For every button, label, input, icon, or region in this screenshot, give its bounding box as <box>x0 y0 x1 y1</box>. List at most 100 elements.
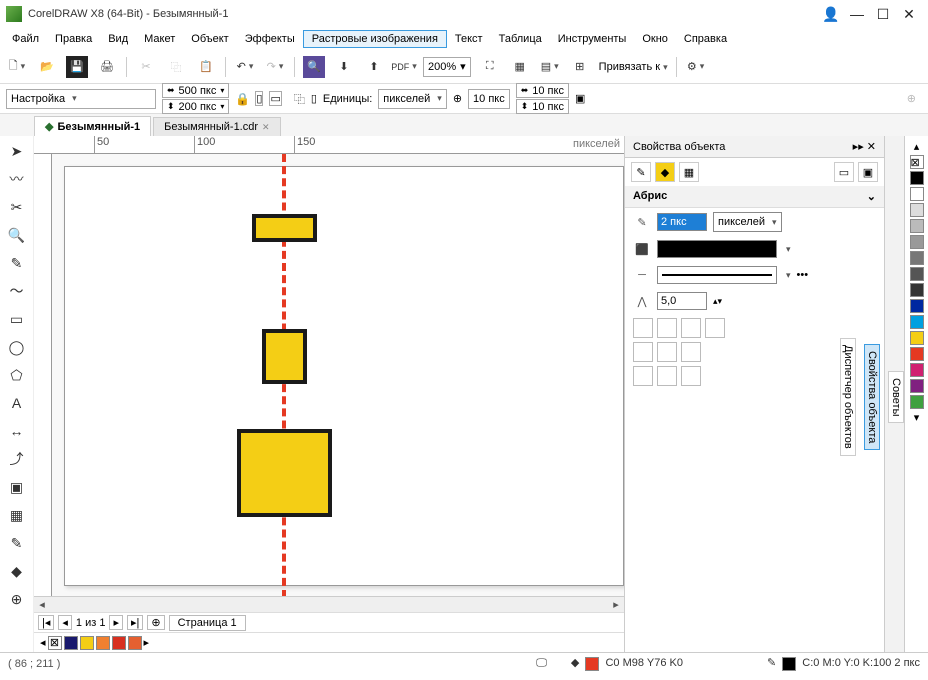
prev-page-button[interactable]: ◂ <box>58 615 72 630</box>
color-swatch[interactable] <box>910 379 924 393</box>
outline-swatch[interactable] <box>782 657 796 671</box>
palette-up-icon[interactable]: ▴ <box>914 140 920 153</box>
last-page-button[interactable]: ▸| <box>127 615 143 630</box>
menu-layout[interactable]: Макет <box>136 31 183 47</box>
page-height[interactable]: ⬍200 пкс▾ <box>162 99 229 114</box>
nudge-value[interactable]: 10 пкс <box>468 89 510 109</box>
menu-bitmap[interactable]: Растровые изображения <box>303 30 447 48</box>
style-dropdown-icon[interactable] <box>783 269 791 281</box>
page-width[interactable]: ⬌500 пкс▾ <box>162 83 229 98</box>
cap-style-button[interactable] <box>657 342 677 362</box>
color-swatch[interactable] <box>910 299 924 313</box>
redo-button[interactable]: ↷ <box>264 56 286 78</box>
next-page-button[interactable]: ▸ <box>109 615 123 630</box>
menu-object[interactable]: Объект <box>183 31 236 47</box>
menu-table[interactable]: Таблица <box>491 31 550 47</box>
open-button[interactable]: 📂 <box>36 56 58 78</box>
color-swatch[interactable] <box>910 363 924 377</box>
color-swatch[interactable] <box>96 636 110 650</box>
outline-width-input[interactable] <box>657 213 707 231</box>
color-swatch[interactable] <box>128 636 142 650</box>
cap-style-button[interactable] <box>681 342 701 362</box>
cap-style-button[interactable] <box>633 342 653 362</box>
menu-effects[interactable]: Эффекты <box>237 31 303 47</box>
color-swatch[interactable] <box>910 219 924 233</box>
color-swatch[interactable] <box>910 331 924 345</box>
add-button[interactable]: ⊕ <box>907 92 916 105</box>
outline-section-header[interactable]: Абрис ⌄ <box>625 186 884 208</box>
rectangle-object[interactable] <box>262 329 307 384</box>
doc-tab-1[interactable]: ◆Безымянный-1 <box>34 116 151 136</box>
outline-unit-combo[interactable]: пикселей <box>713 212 782 232</box>
color-swatch[interactable] <box>910 187 924 201</box>
menu-text[interactable]: Текст <box>447 31 491 47</box>
dup-y[interactable]: ⬍10 пкс <box>516 99 569 114</box>
spinner-icon[interactable]: ▴▾ <box>713 296 722 307</box>
menu-view[interactable]: Вид <box>100 31 136 47</box>
color-swatch[interactable] <box>910 315 924 329</box>
section-toggle-icon[interactable]: ⌄ <box>867 190 876 203</box>
menu-tools[interactable]: Инструменты <box>550 31 635 47</box>
no-color-swatch[interactable]: ⊠ <box>910 155 924 169</box>
more-settings-icon[interactable]: ••• <box>797 269 809 281</box>
maximize-button[interactable]: ☐ <box>870 6 896 23</box>
cut-button[interactable]: ✂ <box>135 56 157 78</box>
menu-help[interactable]: Справка <box>676 31 735 47</box>
menu-window[interactable]: Окно <box>634 31 676 47</box>
palette-down-icon[interactable]: ▾ <box>914 411 920 424</box>
color-swatch[interactable] <box>910 171 924 185</box>
paste-button[interactable]: 📋 <box>195 56 217 78</box>
grid-button[interactable]: ▤ <box>539 56 561 78</box>
outline-color-picker[interactable] <box>657 240 777 258</box>
palette-right-icon[interactable]: ▸ <box>144 636 150 649</box>
preset-combo[interactable]: Настройка <box>6 89 156 109</box>
import-button[interactable]: ⬇ <box>333 56 355 78</box>
save-button[interactable]: 💾 <box>66 56 88 78</box>
new-button[interactable]: 🗋 <box>6 56 28 78</box>
color-swatch[interactable] <box>910 283 924 297</box>
fill-tool[interactable]: ◆ <box>6 560 28 582</box>
color-swatch[interactable] <box>64 636 78 650</box>
rectangle-tool[interactable]: ▭ <box>6 308 28 330</box>
artistic-media-tool[interactable]: 〜 <box>6 280 28 302</box>
landscape-button[interactable]: ▭ <box>269 91 281 106</box>
object-properties-tab[interactable]: Свойства объекта <box>864 344 880 450</box>
search-button[interactable]: 🔍 <box>303 56 325 78</box>
scroll-left-icon[interactable]: ◂ <box>34 598 50 611</box>
rulers-button[interactable]: ▦ <box>509 56 531 78</box>
corner-style-button[interactable] <box>657 318 677 338</box>
horizontal-ruler[interactable]: 50 100 150 пикселей <box>34 136 624 154</box>
text-tool[interactable]: A <box>6 392 28 414</box>
fullscreen-button[interactable]: ⛶ <box>479 56 501 78</box>
print-button[interactable]: 🖨 <box>96 56 118 78</box>
fill-swatch[interactable] <box>585 657 599 671</box>
color-proof-icon[interactable]: 🖵 <box>536 657 547 670</box>
connector-tool[interactable]: ⤴ <box>6 448 28 470</box>
docker-collapse-icon[interactable]: ▸▸ ✕ <box>853 140 876 153</box>
copy-button[interactable]: ⿻ <box>165 56 187 78</box>
no-color-swatch[interactable]: ⊠ <box>48 636 62 650</box>
miter-limit-input[interactable] <box>657 292 707 310</box>
palette-left-icon[interactable]: ◂ <box>40 636 46 649</box>
lock-aspect-icon[interactable]: 🔒 <box>235 92 249 106</box>
corner-style-button[interactable] <box>681 318 701 338</box>
snap-button[interactable]: Привязать к <box>599 61 668 73</box>
transparency-tab[interactable]: ▦ <box>679 162 699 182</box>
shape-tool[interactable]: 〰 <box>6 168 28 190</box>
polygon-tool[interactable]: ⬠ <box>6 364 28 386</box>
color-swatch[interactable] <box>910 235 924 249</box>
more-tools-icon[interactable]: ⊕ <box>6 588 28 610</box>
object-manager-tab[interactable]: Диспетчер объектов <box>840 338 856 456</box>
drawing-canvas[interactable] <box>52 154 624 596</box>
units-combo[interactable]: пикселей <box>378 89 447 109</box>
portrait-button[interactable]: ▯ <box>255 91 263 106</box>
mode-button-1[interactable]: ▭ <box>834 162 854 182</box>
dimension-tool[interactable]: ↔ <box>6 420 28 442</box>
dup-x[interactable]: ⬌10 пкс <box>516 83 569 98</box>
transparency-tool[interactable]: ▦ <box>6 504 28 526</box>
color-swatch[interactable] <box>910 251 924 265</box>
pdf-button[interactable]: PDF <box>393 56 415 78</box>
treat-as-filled-button[interactable]: ▣ <box>575 92 585 105</box>
position-button[interactable] <box>657 366 677 386</box>
color-swatch[interactable] <box>112 636 126 650</box>
